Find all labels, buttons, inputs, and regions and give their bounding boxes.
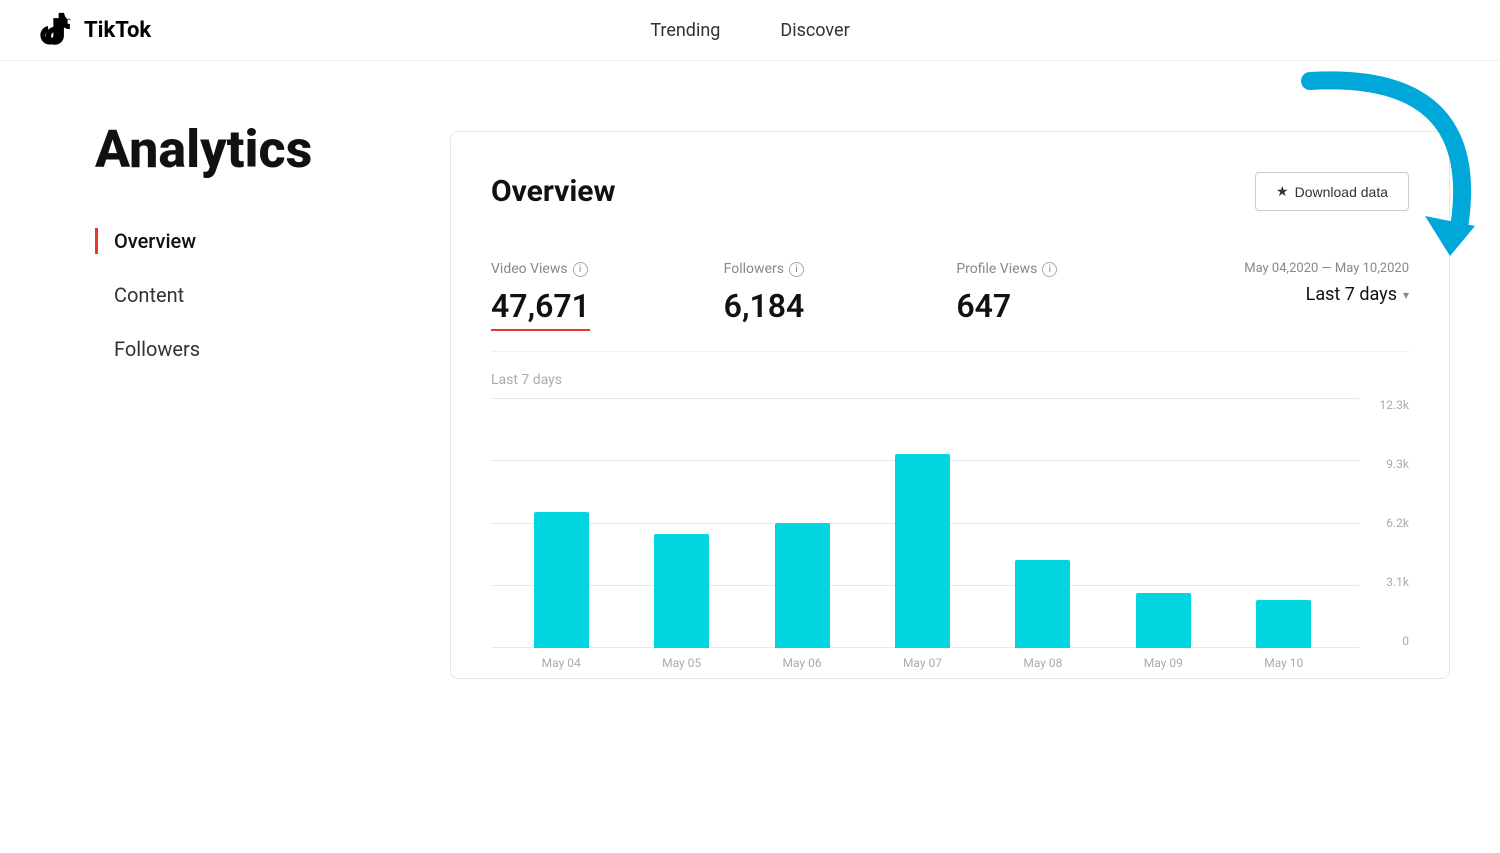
content-area: Overview ★ Download data Video Views i 4… (420, 61, 1500, 719)
stat-video-views: Video Views i 47,671 (491, 261, 724, 331)
nav-discover[interactable]: Discover (780, 20, 849, 41)
stat-video-views-value: 47,671 (491, 287, 590, 331)
y-label: 9.3k (1386, 457, 1409, 471)
x-label: May 04 (501, 656, 621, 670)
x-label: May 07 (862, 656, 982, 670)
chart-bar (895, 454, 950, 648)
stat-profile-views: Profile Views i 647 (956, 261, 1189, 325)
bar-group (983, 398, 1103, 648)
x-label: May 05 (621, 656, 741, 670)
period-select[interactable]: Last 7 days ▾ (1189, 284, 1409, 305)
download-icon: ★ (1276, 183, 1289, 200)
y-axis-labels: 12.3k 9.3k 6.2k 3.1k 0 (1359, 398, 1409, 648)
tiktok-logo-icon (40, 12, 76, 48)
chart-bar (1015, 560, 1070, 648)
overview-header: Overview ★ Download data (491, 172, 1409, 211)
bar-group (742, 398, 862, 648)
chevron-down-icon: ▾ (1403, 288, 1409, 302)
chart-section: Last 7 days 12.3k 9.3k 6.2k (491, 352, 1409, 678)
main-layout: Analytics Overview Content Followers Ove… (0, 61, 1500, 719)
chart-container: 12.3k 9.3k 6.2k 3.1k 0 May 04May 05May 0… (491, 398, 1409, 678)
header: TikTok Trending Discover (0, 0, 1500, 61)
main-nav: Trending Discover (650, 20, 849, 41)
followers-info-icon[interactable]: i (789, 262, 804, 277)
overview-title: Overview (491, 174, 616, 209)
chart-bar (775, 523, 830, 648)
y-label: 12.3k (1380, 398, 1409, 412)
x-label: May 06 (742, 656, 862, 670)
bar-group (1103, 398, 1223, 648)
video-views-info-icon[interactable]: i (573, 262, 588, 277)
sidebar-item-overview[interactable]: Overview (95, 228, 360, 254)
chart-bar (1136, 593, 1191, 648)
overview-card: Overview ★ Download data Video Views i 4… (450, 131, 1450, 679)
stat-followers: Followers i 6,184 (724, 261, 957, 325)
bars-area (491, 398, 1354, 648)
profile-views-info-icon[interactable]: i (1042, 262, 1057, 277)
x-labels: May 04May 05May 06May 07May 08May 09May … (491, 648, 1354, 678)
bar-group (862, 398, 982, 648)
nav-trending[interactable]: Trending (650, 20, 720, 41)
sidebar: Analytics Overview Content Followers (0, 61, 420, 719)
chart-bar (1256, 600, 1311, 648)
date-range-text: May 04,2020 — May 10,2020 (1189, 261, 1409, 276)
y-label: 3.1k (1386, 575, 1409, 589)
stats-row: Video Views i 47,671 Followers i 6,184 P… (491, 241, 1409, 352)
download-data-button[interactable]: ★ Download data (1255, 172, 1409, 211)
date-range-area: May 04,2020 — May 10,2020 Last 7 days ▾ (1189, 261, 1409, 305)
y-label: 0 (1402, 634, 1409, 648)
page-title: Analytics (95, 121, 360, 178)
chart-bar (654, 534, 709, 648)
stat-profile-views-value: 647 (956, 287, 1189, 325)
sidebar-nav: Overview Content Followers (95, 228, 360, 362)
x-label: May 08 (983, 656, 1103, 670)
y-label: 6.2k (1386, 516, 1409, 530)
stat-followers-label: Followers i (724, 261, 957, 277)
chart-bar (534, 512, 589, 648)
logo-text: TikTok (84, 18, 151, 43)
stat-profile-views-label: Profile Views i (956, 261, 1189, 277)
logo[interactable]: TikTok (40, 12, 151, 48)
x-label: May 09 (1103, 656, 1223, 670)
bar-group (501, 398, 621, 648)
bar-group (621, 398, 741, 648)
bar-group (1224, 398, 1344, 648)
x-label: May 10 (1224, 656, 1344, 670)
chart-period-label: Last 7 days (491, 372, 1409, 388)
stat-followers-value: 6,184 (724, 287, 957, 325)
stat-video-views-label: Video Views i (491, 261, 724, 277)
sidebar-item-content[interactable]: Content (95, 282, 360, 308)
sidebar-item-followers[interactable]: Followers (95, 336, 360, 362)
